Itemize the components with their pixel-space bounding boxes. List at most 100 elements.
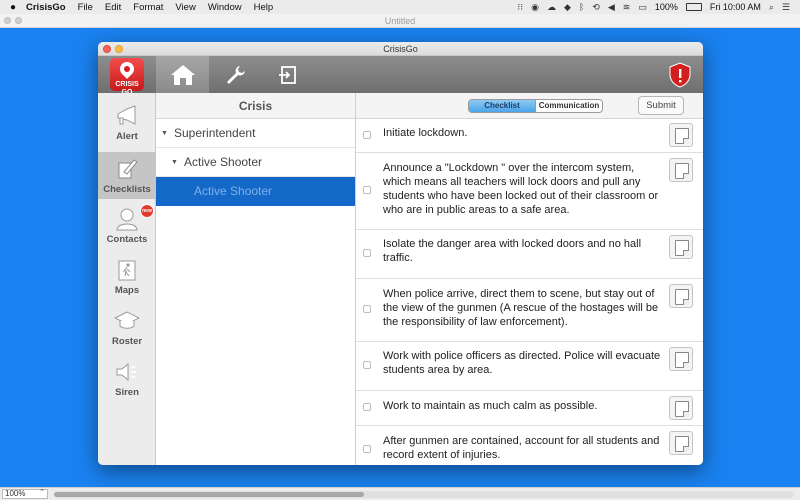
nav-label-maps: Maps [114, 285, 140, 296]
checklist-icon [114, 156, 140, 182]
checklist-row: Initiate lockdown. [356, 119, 703, 153]
settings-tab[interactable] [209, 56, 262, 93]
host-minimize-button[interactable] [15, 17, 22, 24]
minimize-button[interactable] [115, 45, 123, 53]
battery-percent: 100% [654, 2, 678, 12]
note-icon[interactable] [669, 235, 693, 259]
nav-item-alert[interactable]: Alert [98, 99, 156, 146]
menu-file[interactable]: File [78, 2, 93, 13]
tab-checklist[interactable]: Checklist [469, 100, 536, 112]
checklist-row: Announce a "Lockdown " over the intercom… [356, 153, 703, 230]
tree-item-active-shooter-group[interactable]: ▼ Active Shooter [156, 148, 355, 177]
apple-icon[interactable]: ● [0, 2, 26, 13]
checklist-row: When police arrive, direct them to scene… [356, 279, 703, 342]
menu-edit[interactable]: Edit [105, 2, 121, 13]
checkbox[interactable] [363, 445, 371, 453]
crisisgo-logo: CRISIS GO [110, 58, 144, 96]
menu-clock[interactable]: Fri 10:00 AM [710, 2, 761, 12]
horizontal-scrollbar[interactable] [54, 490, 794, 498]
tree-item-label: Active Shooter [194, 184, 273, 198]
submit-button[interactable]: Submit [638, 96, 684, 115]
checklist-row: Work with police officers as directed. P… [356, 342, 703, 391]
close-button[interactable] [103, 45, 111, 53]
nav-item-maps[interactable]: Maps [98, 253, 156, 300]
tree-item-label: Active Shooter [184, 155, 263, 169]
nav-label-contacts: Contacts [106, 234, 148, 245]
host-status-bar: 100% [0, 487, 800, 500]
left-nav: Alert Checklists Contacts new Maps Roste… [98, 93, 156, 465]
checklist-row: Work to maintain as much calm as possibl… [356, 391, 703, 426]
note-icon[interactable] [669, 158, 693, 182]
menu-help[interactable]: Help [254, 2, 274, 13]
checklist-header: Checklist Communication Submit [356, 93, 703, 119]
tree-item-superintendent[interactable]: ▼ Superintendent [156, 119, 355, 148]
battery-icon[interactable] [685, 3, 702, 11]
logout-icon [278, 65, 296, 84]
bluetooth-icon[interactable]: ᛒ [579, 2, 584, 12]
host-window-titlebar: Untitled [0, 14, 800, 28]
nav-label-roster: Roster [111, 336, 143, 347]
cloud-status-icon[interactable]: ☁ [547, 2, 556, 13]
volume-icon[interactable]: ◀ [608, 2, 615, 13]
time-machine-icon[interactable]: ⟲ [592, 2, 600, 13]
note-icon[interactable] [669, 347, 693, 371]
menu-format[interactable]: Format [133, 2, 163, 13]
note-icon[interactable] [669, 396, 693, 420]
menu-view[interactable]: View [175, 2, 195, 13]
tree-header: Crisis [156, 93, 355, 119]
notification-center-icon[interactable]: ☰ [782, 2, 790, 13]
status-area: ⁝⁝ ◉ ☁ ◆ ᛒ ⟲ ◀ ≋ ▭ 100% Fri 10:00 AM ⌕ ☰ [517, 2, 800, 13]
spotlight-icon[interactable]: ⌕ [769, 2, 774, 13]
checklist-pane: Checklist Communication Submit Initiate … [356, 93, 703, 465]
checklist-item-text: After gunmen are contained, account for … [383, 435, 660, 461]
menu-app-name[interactable]: CrisisGo [26, 2, 66, 13]
wrench-icon [226, 65, 245, 84]
checkbox[interactable] [363, 403, 371, 411]
nav-item-roster[interactable]: Roster [98, 304, 156, 351]
shield-alert-icon[interactable] [668, 62, 692, 88]
disclosure-triangle-icon[interactable]: ▼ [161, 119, 168, 148]
checklist-rows: Initiate lockdown. Announce a "Lockdown … [356, 119, 703, 465]
nav-label-siren: Siren [115, 387, 139, 398]
note-icon[interactable] [669, 284, 693, 308]
grid-status-icon[interactable]: ⁝⁝ [517, 2, 523, 13]
home-tab[interactable] [156, 56, 209, 93]
window-title: CrisisGo [383, 44, 418, 54]
menu-window[interactable]: Window [208, 2, 242, 13]
window-controls [103, 45, 123, 53]
location-pin-icon [117, 59, 137, 79]
checkbox[interactable] [363, 361, 371, 369]
person-icon [114, 206, 140, 232]
checkbox[interactable] [363, 305, 371, 313]
crisisgo-window: CrisisGo CRISIS GO [98, 42, 703, 465]
scrollbar-thumb[interactable] [54, 491, 364, 497]
crisis-tree: Crisis ▼ Superintendent ▼ Active Shooter… [156, 93, 356, 465]
record-status-icon[interactable]: ◉ [531, 2, 539, 13]
zoom-select[interactable]: 100% [2, 489, 48, 499]
logout-tab[interactable] [262, 56, 315, 93]
tree-item-active-shooter-selected[interactable]: Active Shooter [156, 177, 355, 206]
nav-item-contacts[interactable]: Contacts new [98, 202, 156, 249]
display-icon[interactable]: ▭ [638, 2, 647, 13]
nav-label-alert: Alert [116, 131, 138, 142]
checkbox[interactable] [363, 249, 371, 257]
nav-item-checklists[interactable]: Checklists [98, 152, 156, 199]
checkbox[interactable] [363, 186, 371, 194]
checklist-item-text: Work with police officers as directed. P… [383, 350, 661, 376]
note-icon[interactable] [669, 431, 693, 455]
tab-communication[interactable]: Communication [536, 100, 602, 112]
wifi-icon[interactable]: ≋ [623, 2, 631, 13]
nav-item-siren[interactable]: Siren [98, 355, 156, 402]
checklist-item-text: When police arrive, direct them to scene… [383, 288, 659, 328]
window-titlebar: CrisisGo [98, 42, 703, 56]
checklist-row: Isolate the danger area with locked door… [356, 230, 703, 279]
note-icon[interactable] [669, 123, 693, 147]
dropbox-icon[interactable]: ◆ [564, 2, 571, 13]
checkbox[interactable] [363, 131, 371, 139]
disclosure-triangle-icon[interactable]: ▼ [171, 148, 178, 177]
host-close-button[interactable] [4, 17, 11, 24]
home-icon [170, 64, 195, 85]
checklist-item-text: Initiate lockdown. [383, 127, 468, 139]
checklist-item-text: Announce a "Lockdown " over the intercom… [383, 162, 659, 216]
tree-item-label: Superintendent [174, 126, 256, 140]
